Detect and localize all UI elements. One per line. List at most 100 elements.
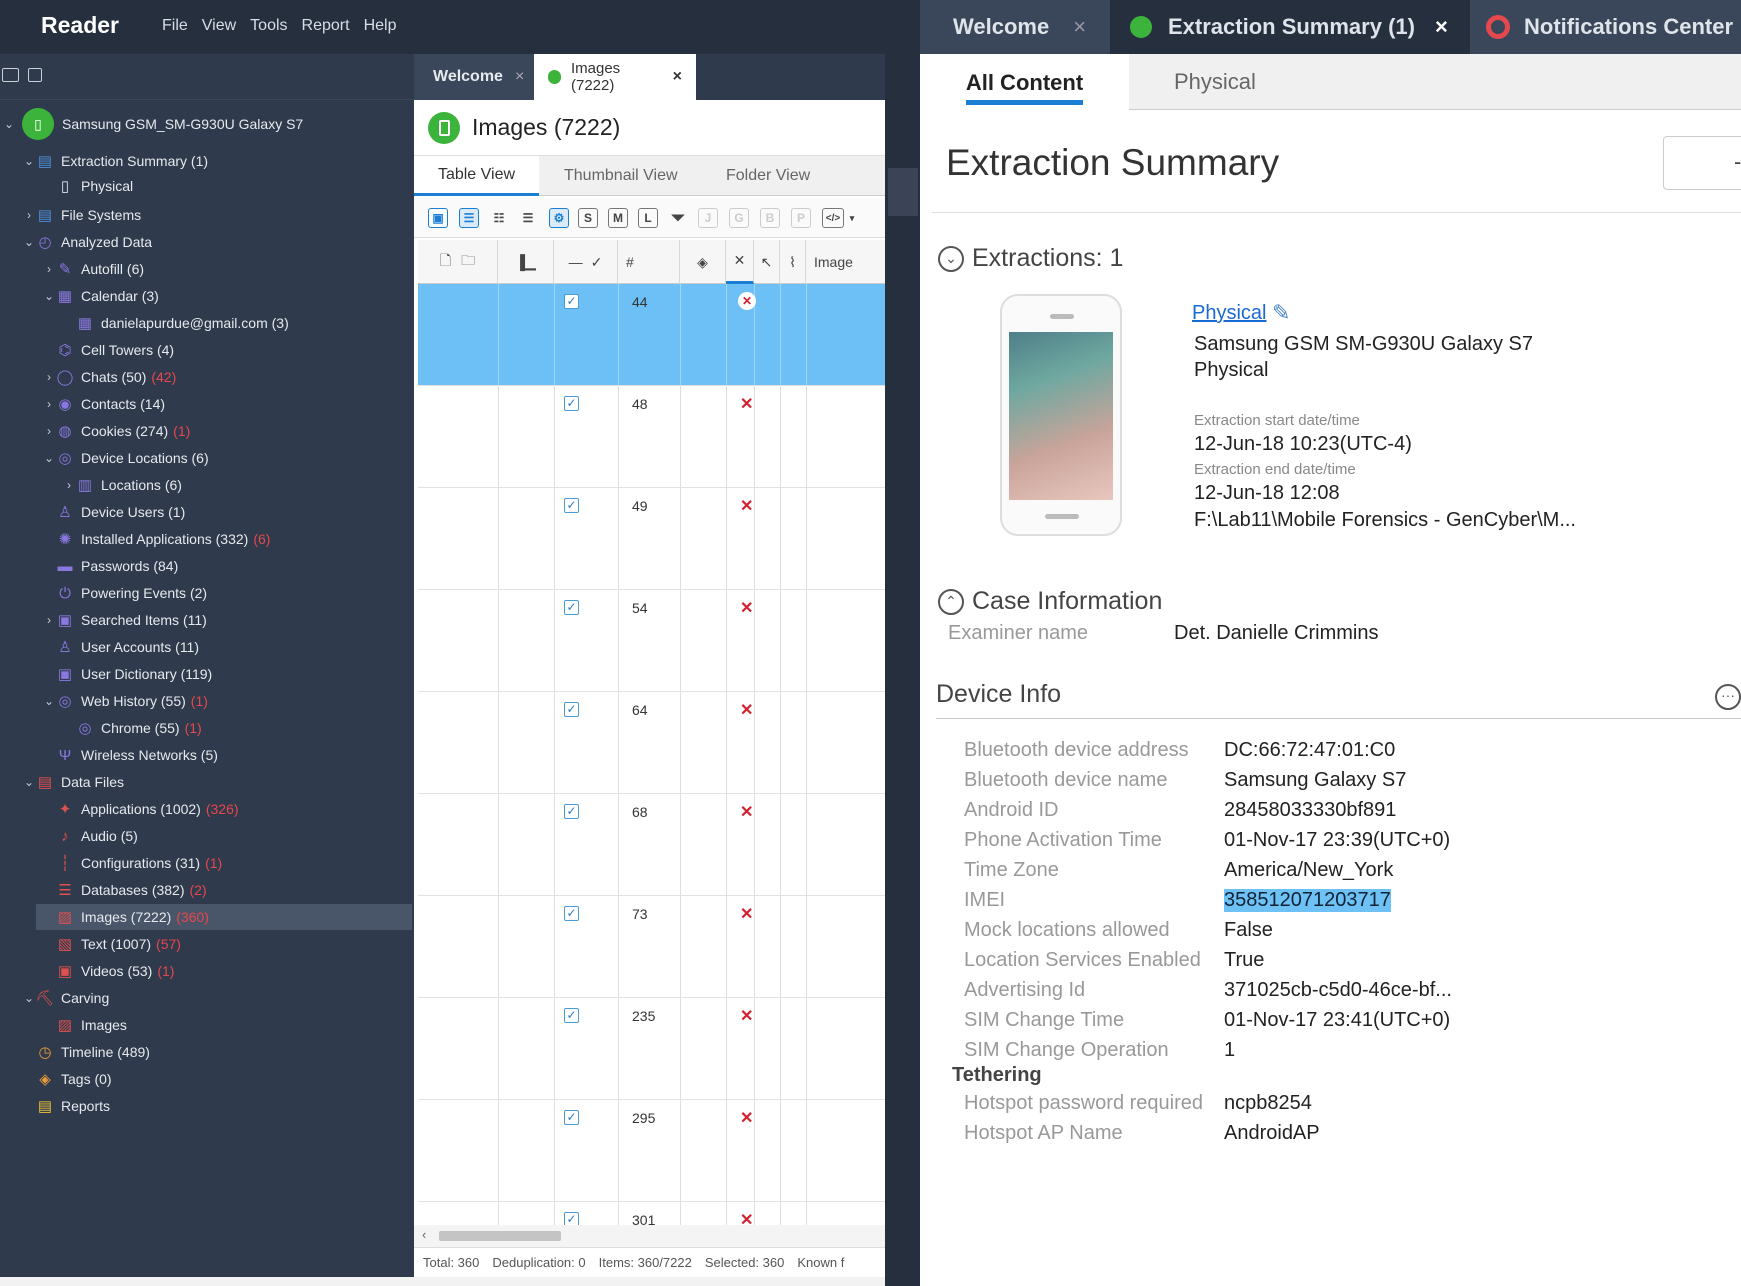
tree-item[interactable]: › ◍ Cookies (274) (1) [0, 418, 414, 444]
tab-extraction-summary[interactable]: Extraction Summary (1) × [1110, 0, 1465, 54]
menu-tools[interactable]: Tools [250, 17, 287, 35]
chevron-right-icon[interactable]: › [62, 478, 76, 492]
row-checkbox[interactable]: ✓ [564, 702, 579, 717]
tree-item[interactable]: ⌄ ◎ Web History (55) (1) [0, 688, 414, 714]
chevron-left-icon[interactable]: ‹ [422, 1227, 426, 1242]
close-icon[interactable]: × [673, 68, 682, 86]
tree-item[interactable]: ┆ Configurations (31) (1) [0, 850, 414, 876]
table-row[interactable]: ✓ 301 ✕ [418, 1202, 885, 1226]
device-info-value[interactable]: False [1224, 919, 1273, 942]
image-column-header[interactable]: Image [806, 240, 885, 284]
splitter-handle[interactable] [888, 168, 918, 216]
row-checkbox[interactable]: ✓ [564, 906, 579, 921]
tree-item[interactable]: ⏻ Powering Events (2) [0, 580, 414, 606]
row-checkbox[interactable]: ✓ [564, 1212, 579, 1226]
table-row[interactable]: ✓ 64 ✕ [418, 692, 885, 794]
table-row[interactable]: ✓ 49 ✕ [418, 488, 885, 590]
chevron-down-icon[interactable]: ▾ [847, 208, 857, 228]
tab-notifications[interactable]: Notifications Center [1470, 0, 1741, 54]
more-options-icon[interactable]: ··· [1715, 684, 1741, 710]
row-checkbox[interactable]: ✓ [564, 294, 579, 309]
edit-pencil-icon[interactable]: ✎ [1272, 300, 1290, 326]
tab-images[interactable]: Images (7222) × [534, 54, 696, 100]
tree-item[interactable]: ▨ Images (7222) (360) [36, 904, 412, 930]
device-info-value[interactable]: DC:66:72:47:01:C0 [1224, 739, 1395, 762]
number-column-header[interactable]: # [618, 240, 680, 284]
physical-link[interactable]: Physical [1192, 302, 1266, 325]
tree-item[interactable]: ♙ Device Users (1) [0, 499, 414, 525]
tab-welcome[interactable]: Welcome × [920, 0, 1110, 54]
jpg-filter-button[interactable]: J [698, 208, 718, 228]
list-icon[interactable]: ☰ [459, 208, 479, 228]
device-info-value[interactable]: 28458033330bf891 [1224, 799, 1396, 822]
cursor-column-header[interactable]: ↖ [754, 240, 780, 284]
row-checkbox[interactable]: ✓ [564, 498, 579, 513]
device-info-value[interactable]: 371025cb-c5d0-46ce-bf... [1224, 979, 1452, 1002]
tree-item[interactable]: Ψ Wireless Networks (5) [0, 742, 414, 768]
tree-item[interactable]: ⌄ ▯ Samsung GSM_SM-G930U Galaxy S7 [0, 108, 414, 140]
device-info-value[interactable]: True [1224, 949, 1264, 972]
menu-help[interactable]: Help [364, 17, 397, 35]
gear-icon[interactable]: ⚙ [549, 208, 569, 228]
chevron-right-icon[interactable]: › [42, 613, 56, 627]
tree-item[interactable]: ⌄ ◎ Device Locations (6) [0, 445, 414, 471]
table-row[interactable]: ✓ 73 ✕ [418, 896, 885, 998]
gif-filter-button[interactable]: G [729, 208, 749, 228]
medium-size-button[interactable]: M [608, 208, 628, 228]
tree-item[interactable]: ✺ Installed Applications (332) (6) [0, 526, 414, 552]
tree-item[interactable]: ⌬ Cell Towers (4) [0, 337, 414, 363]
open-folder-icon[interactable] [2, 68, 19, 82]
list-detail-icon[interactable]: ☰ [518, 208, 538, 228]
table-row[interactable]: ✓ 295 ✕ [418, 1100, 885, 1202]
table-row[interactable]: ✓ 68 ✕ [418, 794, 885, 896]
row-checkbox[interactable]: ✓ [564, 396, 579, 411]
device-info-header[interactable]: Device Info [936, 680, 1061, 709]
tab-all-content[interactable]: All Content [920, 54, 1129, 110]
action-box[interactable]: - [1663, 136, 1741, 190]
tree-item[interactable]: › ✎ Autofill (6) [0, 256, 414, 282]
tree-item[interactable]: ◎ Chrome (55) (1) [0, 715, 414, 741]
tethering-value[interactable]: ncpb8254 [1224, 1092, 1312, 1115]
tethering-value[interactable]: AndroidAP [1224, 1122, 1320, 1145]
tree-item[interactable]: ◷ Timeline (489) [0, 1039, 414, 1065]
small-size-button[interactable]: S [578, 208, 598, 228]
tree-item[interactable]: › ◯ Chats (50) (42) [0, 364, 414, 390]
table-row[interactable]: ✓ 44 ✕ [418, 284, 885, 386]
chevron-down-icon[interactable]: ⌄ [42, 451, 56, 465]
chevron-down-icon[interactable]: ⌄ [42, 694, 56, 708]
chevron-right-icon[interactable]: › [22, 208, 36, 222]
row-checkbox[interactable]: ✓ [564, 804, 579, 819]
tag-column-header[interactable]: ◈ [680, 240, 726, 284]
tab-welcome[interactable]: Welcome × [414, 54, 534, 100]
tree-item[interactable]: ♪ Audio (5) [0, 823, 414, 849]
row-checkbox[interactable]: ✓ [564, 1008, 579, 1023]
menu-file[interactable]: File [162, 17, 188, 35]
device-info-value[interactable]: 1 [1224, 1039, 1235, 1062]
horizontal-scrollbar[interactable]: ‹ [414, 1225, 885, 1247]
tree-item[interactable]: ♙ User Accounts (11) [0, 634, 414, 660]
table-row[interactable]: ✓ 48 ✕ [418, 386, 885, 488]
deleted-column-header[interactable]: ✕ [726, 240, 754, 284]
chevron-down-icon[interactable]: ⌄ [22, 235, 36, 249]
row-checkbox[interactable]: ✓ [564, 1110, 579, 1125]
chevron-right-icon[interactable]: › [42, 397, 56, 411]
tab-thumbnail-view[interactable]: Thumbnail View [564, 156, 678, 196]
device-info-value[interactable]: 01-Nov-17 23:41(UTC+0) [1224, 1009, 1450, 1032]
bmp-filter-button[interactable]: B [760, 208, 780, 228]
tree-item[interactable]: › ▣ Searched Items (11) [0, 607, 414, 633]
tree-item[interactable]: › ▥ Locations (6) [0, 472, 414, 498]
chevron-right-icon[interactable]: › [42, 424, 56, 438]
device-info-value[interactable]: Samsung Galaxy S7 [1224, 769, 1406, 792]
new-file-icon[interactable] [28, 68, 42, 82]
image-icon[interactable]: ▣ [428, 208, 448, 228]
check-column-header[interactable]: — ✓ [554, 240, 618, 284]
tree-item[interactable]: ▣ Videos (53) (1) [0, 958, 414, 984]
png-filter-button[interactable]: P [791, 208, 811, 228]
chevron-down-icon[interactable]: ⌄ [22, 154, 36, 168]
tree-item[interactable]: ▧ Text (1007) (57) [0, 931, 414, 957]
tree-item[interactable]: ⌄ ▦ Calendar (3) [0, 283, 414, 309]
menu-view[interactable]: View [202, 17, 236, 35]
menu-report[interactable]: Report [302, 17, 350, 35]
folder-column-header[interactable]: 🗋 🗀 [418, 240, 498, 284]
extractions-header[interactable]: ⌄ Extractions: 1 [938, 244, 1123, 273]
